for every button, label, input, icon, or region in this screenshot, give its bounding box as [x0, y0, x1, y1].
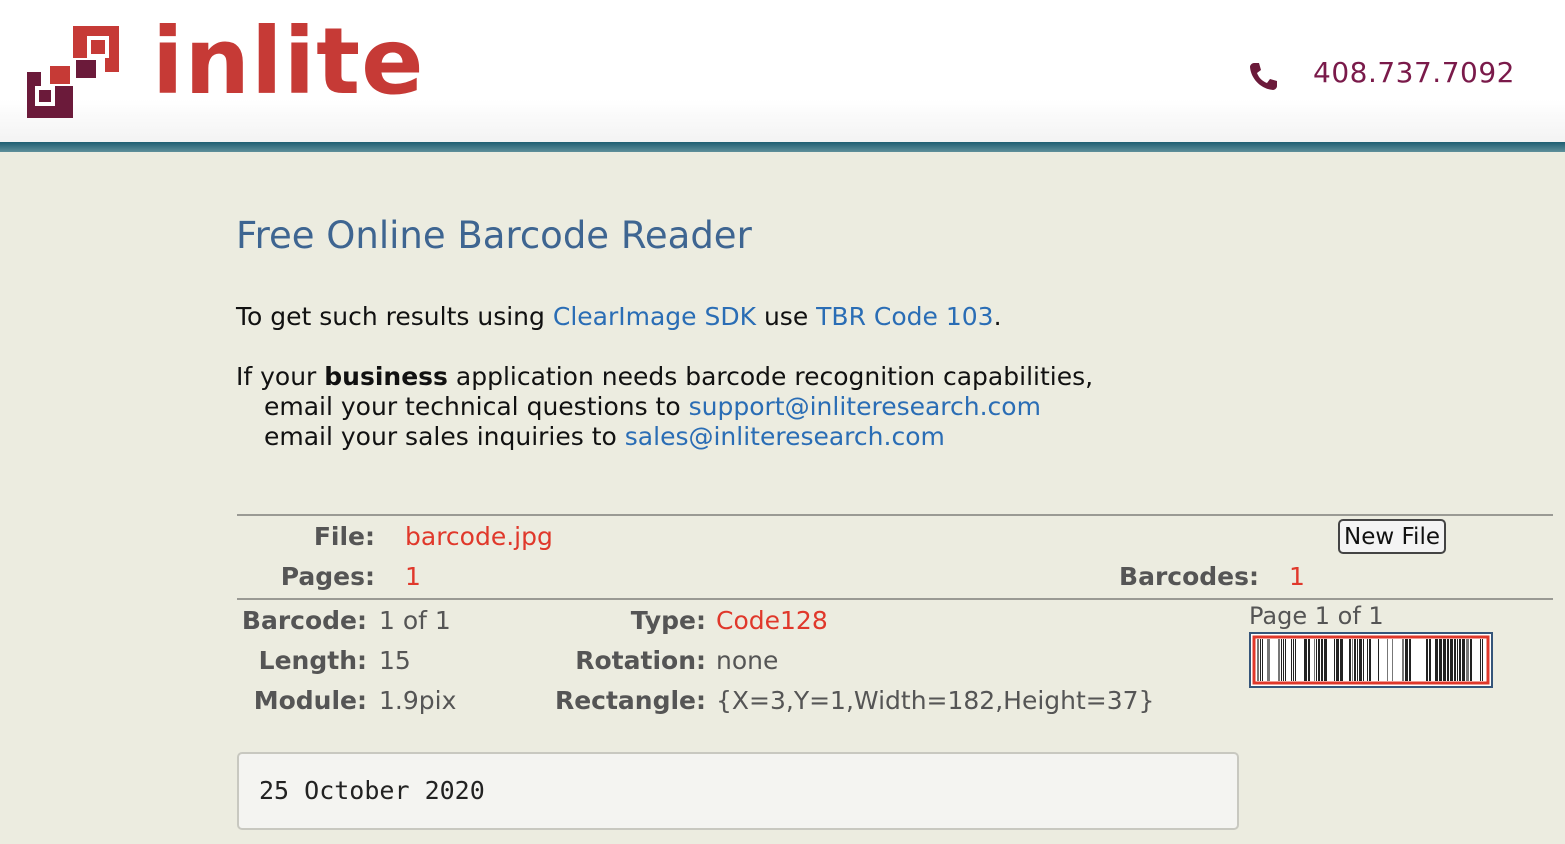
barcode-bar	[1367, 639, 1368, 681]
barcode-thumbnail[interactable]	[1249, 632, 1493, 688]
clearimage-sdk-link[interactable]: ClearImage SDK	[553, 302, 756, 331]
file-value: barcode.jpg	[405, 522, 553, 551]
business-prefix: If your	[236, 362, 325, 391]
module-label: Module:	[253, 686, 367, 715]
barcode-bar	[1426, 639, 1428, 681]
sdk-line-middle: use	[756, 302, 817, 331]
page-info: Page 1 of 1	[1249, 602, 1384, 630]
pages-value: 1	[405, 562, 421, 591]
barcode-bar	[1324, 639, 1327, 681]
barcode-bar	[1316, 639, 1317, 681]
barcode-bar	[1281, 639, 1282, 681]
barcode-bar	[1291, 639, 1292, 681]
barcode-bar	[1402, 639, 1404, 681]
barcode-bar	[1267, 639, 1270, 681]
header-divider	[0, 142, 1565, 152]
barcode-bar	[1283, 639, 1284, 681]
barcode-bar	[1387, 639, 1388, 681]
sdk-line-prefix: To get such results using	[236, 302, 553, 331]
barcode-bar	[1314, 639, 1315, 681]
barcode-value: 1 of 1	[379, 606, 451, 635]
barcode-bar	[1357, 639, 1358, 681]
barcode-bar	[1429, 639, 1431, 681]
phone-number[interactable]: 408.737.7092	[1313, 56, 1515, 89]
logo-squares-icon[interactable]	[27, 26, 119, 118]
barcode-bar	[1457, 639, 1458, 681]
barcode-bar	[1466, 639, 1469, 681]
barcode-bar	[1447, 639, 1449, 681]
support-prefix: email your technical questions to	[264, 392, 689, 421]
business-suffix: application needs barcode recognition ca…	[447, 362, 1094, 391]
barcode-label: Barcode:	[241, 606, 367, 635]
barcode-bar	[1409, 639, 1411, 681]
barcode-bar	[1295, 639, 1296, 681]
barcode-bar	[1285, 639, 1286, 681]
barcode-bar	[1378, 639, 1379, 681]
sales-line: email your sales inquiries to sales@inli…	[236, 422, 1093, 452]
module-value: 1.9pix	[379, 686, 457, 715]
business-line: If your business application needs barco…	[236, 362, 1093, 392]
barcode-bar	[1262, 639, 1263, 681]
barcodes-value: 1	[1289, 562, 1305, 591]
rectangle-label: Rectangle:	[554, 686, 706, 715]
business-bold: business	[324, 362, 448, 391]
barcodes-label: Barcodes:	[1119, 562, 1259, 591]
summary-top-divider	[237, 514, 1553, 516]
barcode-bar	[1293, 639, 1294, 681]
barcode-result-text: 25 October 2020	[237, 752, 1239, 830]
barcode-bar	[1359, 639, 1362, 681]
support-email-link[interactable]: support@inliteresearch.com	[689, 392, 1041, 421]
type-value: Code128	[716, 606, 828, 635]
barcode-bar	[1304, 639, 1307, 681]
pages-label: Pages:	[280, 562, 375, 591]
phone-icon	[1250, 63, 1277, 90]
barcode-bar	[1435, 639, 1438, 681]
barcode-bar	[1443, 639, 1446, 681]
barcode-bar	[1462, 639, 1465, 681]
file-label: File:	[313, 522, 375, 551]
barcode-bar	[1349, 639, 1351, 681]
barcode-bar	[1354, 639, 1356, 681]
barcode-bar	[1278, 639, 1280, 681]
rectangle-value: {X=3,Y=1,Width=182,Height=37}	[716, 686, 1155, 715]
barcode-bar	[1363, 639, 1364, 681]
page-title: Free Online Barcode Reader	[236, 214, 752, 257]
barcode-bar	[1480, 639, 1481, 681]
rotation-label: Rotation:	[575, 646, 706, 675]
barcode-bar	[1336, 639, 1339, 681]
barcode-bar	[1334, 639, 1335, 681]
type-label: Type:	[630, 606, 706, 635]
barcode-bar	[1450, 639, 1453, 681]
site-header: inlite 408.737.7092	[0, 0, 1565, 142]
new-file-button[interactable]: New File	[1338, 519, 1446, 554]
barcode-bar	[1321, 639, 1323, 681]
sales-email-link[interactable]: sales@inliteresearch.com	[625, 422, 945, 451]
barcode-bar	[1392, 639, 1393, 681]
barcode-bar	[1340, 639, 1343, 681]
barcode-bar	[1352, 639, 1353, 681]
barcode-bar	[1257, 639, 1259, 681]
barcode-bar	[1405, 639, 1408, 681]
barcode-bar	[1369, 639, 1371, 681]
logo-text[interactable]: inlite	[152, 8, 424, 115]
length-label: Length:	[258, 646, 367, 675]
rotation-value: none	[716, 646, 779, 675]
barcode-bar	[1260, 639, 1261, 681]
barcode-image	[1251, 634, 1491, 686]
barcode-bar	[1308, 639, 1310, 681]
sdk-line: To get such results using ClearImage SDK…	[236, 302, 1002, 331]
barcode-bar	[1454, 639, 1456, 681]
barcode-bar	[1439, 639, 1442, 681]
summary-bottom-divider	[237, 598, 1553, 600]
sdk-line-suffix: .	[993, 302, 1002, 331]
support-line: email your technical questions to suppor…	[236, 392, 1093, 422]
business-info: If your business application needs barco…	[236, 362, 1093, 452]
barcode-bar	[1482, 639, 1483, 681]
barcode-bar	[1318, 639, 1320, 681]
sales-prefix: email your sales inquiries to	[264, 422, 625, 451]
barcode-bar	[1459, 639, 1461, 681]
barcode-bar	[1470, 639, 1472, 681]
tbr-code-link[interactable]: TBR Code 103	[816, 302, 993, 331]
length-value: 15	[379, 646, 411, 675]
